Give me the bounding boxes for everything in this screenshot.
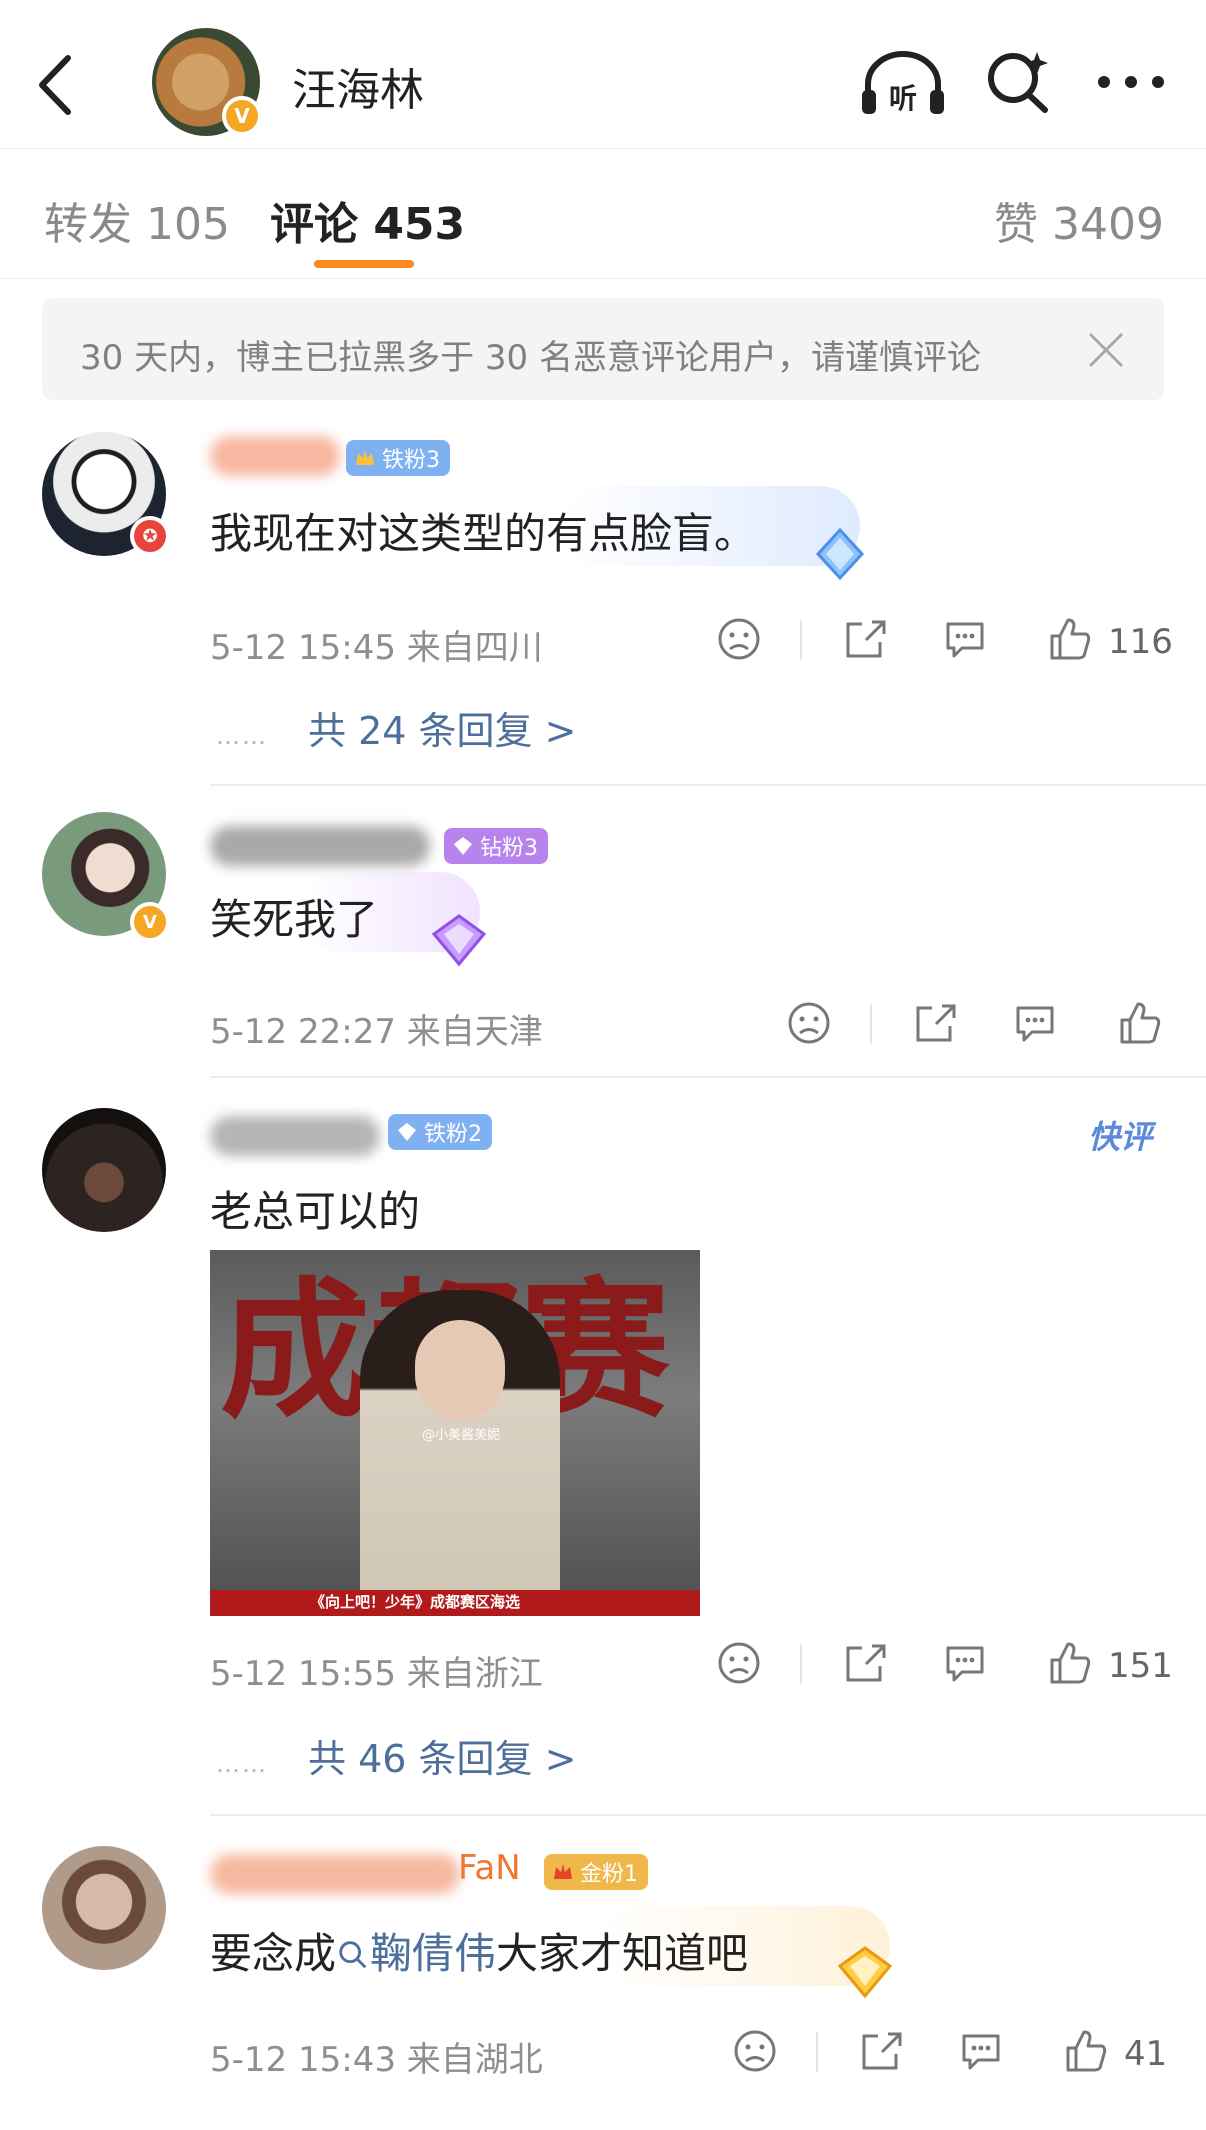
comment-actions [780,1000,1180,1050]
like-count: 41 [1124,2034,1168,2074]
username-visible-part[interactable]: FaN [458,1848,521,1888]
comment-meta: 5-12 22:27 来自天津 [210,1012,543,1052]
like-thumb-icon[interactable] [1116,1000,1162,1046]
quick-comment-tag: 快评 [1088,1118,1153,1156]
comment-separator [210,1814,1206,1816]
diamond-icon [454,837,472,855]
verified-badge-icon: V [130,902,170,942]
comment-text[interactable]: 要念成 鞠倩伟大家才知道吧 [210,1920,748,1981]
top-bar: V 汪海林 听 [0,0,1206,149]
username-blurred[interactable] [210,1854,460,1894]
comment-actions: 151 [710,1640,1180,1690]
tab-bar: 转发 105 评论 453 赞 3409 [0,150,1206,279]
fan-badge: 铁粉2 [388,1114,492,1150]
tab-comments[interactable]: 评论 453 [270,188,465,252]
mention-link[interactable]: 鞠倩伟 [336,1929,496,1978]
crown-icon [554,1864,572,1879]
diamond-icon [398,1123,416,1141]
reply-comment-icon[interactable] [942,616,988,662]
comment-actions: 41 [726,2028,1196,2078]
avatar[interactable] [42,1108,166,1232]
share-icon[interactable] [842,1640,888,1686]
comment-text[interactable]: 笑死我了 [210,886,378,947]
verified-badge-icon: V [222,96,262,136]
comment-text-before: 要念成 [210,1929,337,1978]
fan-badge-label: 金粉1 [580,1862,638,1887]
comment-item: 铁粉2 快评 老总可以的 成都赛 @小美酱美妮 《向上吧！少年》成都赛区海选 5… [0,1092,1206,1816]
notice-text: 30 天内，博主已拉黑多于 30 名恶意评论用户，请谨慎评论 [80,338,981,378]
like-thumb-icon[interactable] [1046,1640,1092,1686]
view-replies-link[interactable]: …… 共 46 条回复 > [216,1728,576,1783]
active-tab-indicator [314,260,414,268]
search-icon[interactable] [985,48,1051,114]
divider [800,620,802,660]
comment-separator [210,1076,1206,1078]
reply-comment-icon[interactable] [942,1640,988,1686]
comment-text-after: 大家才知道吧 [496,1929,749,1978]
mention-link-text: 鞠倩伟 [370,1929,497,1978]
fan-badge-label: 铁粉3 [382,448,440,473]
dislike-face-icon[interactable] [732,2028,778,2074]
view-replies-link[interactable]: …… 共 24 条回复 > [216,700,576,755]
divider [870,1004,872,1044]
comment-item: ✪ 铁粉3 我现在对这类型的有点脸盲。 5-12 15:45 来自四川 116 … [0,420,1206,790]
share-icon[interactable] [912,1000,958,1046]
comment-meta: 5-12 15:55 来自浙江 [210,1654,543,1694]
tab-reposts[interactable]: 转发 105 [44,188,230,252]
svg-text:听: 听 [889,82,917,115]
dislike-face-icon[interactable] [786,1000,832,1046]
avatar[interactable] [42,1846,166,1970]
listen-headphone-icon[interactable]: 听 [860,46,946,118]
back-arrow-icon[interactable] [32,50,82,120]
comment-text[interactable]: 我现在对这类型的有点脸盲。 [210,500,756,561]
more-options-icon[interactable] [1096,72,1166,92]
username-blurred[interactable] [210,436,340,476]
like-count: 116 [1108,622,1173,662]
search-link-icon [339,1941,367,1969]
page-title[interactable]: 汪海林 [292,54,424,118]
gold-gem-icon [837,1946,893,1999]
replies-label: 共 46 条回复 > [308,1737,577,1781]
reply-comment-icon[interactable] [958,2028,1004,2074]
comment-image[interactable]: 成都赛 @小美酱美妮 《向上吧！少年》成都赛区海选 [210,1250,700,1616]
username-blurred[interactable] [210,1116,380,1156]
share-icon[interactable] [842,616,888,662]
dots-decoration: …… [216,1750,268,1778]
comment-separator [210,784,1206,786]
like-thumb-icon[interactable] [1046,616,1092,662]
fan-badge-label: 钻粉3 [480,836,538,861]
dots-decoration: …… [216,722,268,750]
comment-meta: 5-12 15:43 来自湖北 [210,2040,543,2080]
reply-comment-icon[interactable] [1012,1000,1058,1046]
divider [816,2032,818,2072]
tab-likes[interactable]: 赞 3409 [994,188,1164,252]
replies-label: 共 24 条回复 > [308,709,577,753]
fan-badge: 铁粉3 [346,440,450,476]
like-count: 151 [1108,1646,1173,1686]
image-face [415,1320,505,1420]
red-verified-badge-icon: ✪ [130,516,170,556]
comment-text[interactable]: 老总可以的 [210,1178,420,1239]
image-watermark: @小美酱美妮 [422,1428,501,1443]
dislike-face-icon[interactable] [716,616,762,662]
crown-icon [356,450,374,465]
dislike-face-icon[interactable] [716,1640,762,1686]
purple-gem-icon [431,914,487,967]
like-thumb-icon[interactable] [1062,2028,1108,2074]
comment-item: V 钻粉3 笑死我了 5-12 22:27 来自天津 [0,806,1206,1078]
fan-badge: 钻粉3 [444,828,548,864]
comment-meta: 5-12 15:45 来自四川 [210,628,543,668]
username-blurred[interactable] [210,826,430,866]
notice-banner: 30 天内，博主已拉黑多于 30 名恶意评论用户，请谨慎评论 [42,298,1164,400]
close-icon[interactable] [1086,330,1126,370]
diamond-gem-icon [815,527,865,581]
divider [800,1644,802,1684]
share-icon[interactable] [858,2028,904,2074]
comment-item: FaN 金粉1 要念成 鞠倩伟大家才知道吧 5-12 15:43 来自湖北 41 [0,1830,1206,2130]
fan-badge-label: 铁粉2 [424,1122,482,1147]
comment-actions: 116 [710,616,1180,666]
image-caption: 《向上吧！少年》成都赛区海选 [310,1593,521,1611]
fan-badge: 金粉1 [544,1854,648,1890]
